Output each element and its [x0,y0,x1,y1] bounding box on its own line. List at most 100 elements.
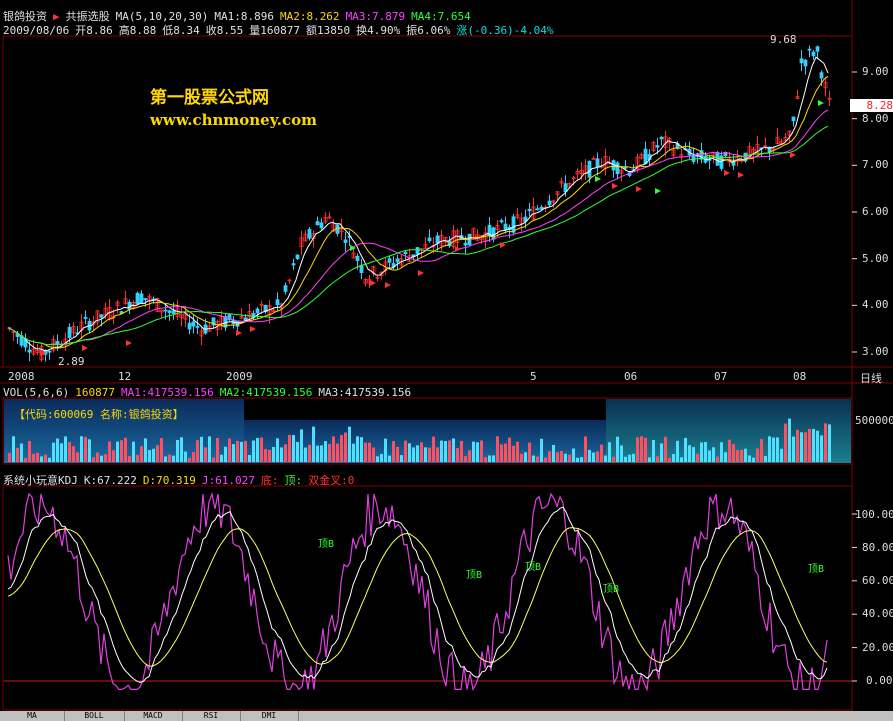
volume-ma3: MA3:417539.156 [318,386,412,399]
volume-bar [356,436,359,462]
volume-bar [464,456,467,462]
candle-body [815,46,820,52]
volume-bar [508,437,511,462]
candle-body [167,310,172,313]
volume-bar [756,448,759,462]
volume-bar [732,444,735,462]
volume-bar [548,451,551,462]
volume-bar [584,436,587,462]
buy-signal-arrow [82,345,88,351]
volume-bar [728,439,731,462]
buy-signal-arrow [126,340,132,346]
candle-body [819,72,824,79]
tab-rsi[interactable]: RSI [182,711,241,721]
candle-body [275,299,280,306]
kdj-top-marker: 顶B [318,539,335,550]
sell-signal-arrow [818,100,824,106]
volume-bar [340,435,343,462]
kdj-title: 系统小玩意KDJ [3,474,78,487]
volume-bar [660,443,663,462]
volume-bar [552,444,555,462]
volume-bar [480,440,483,462]
buy-signal-arrow [236,330,242,336]
volume-bar [88,439,91,462]
tab-boll[interactable]: BOLL [64,711,125,721]
buy-signal-arrow [636,186,642,192]
volume-bar [652,440,655,462]
volume-bar [512,445,515,462]
candle-body [319,222,324,229]
volume-bar [740,449,743,462]
volume-bar [684,437,687,462]
volume-bar [596,451,599,462]
volume-bar [780,448,783,462]
kdj-tick-label: 100.00 [855,508,893,521]
volume-bar [820,435,823,462]
volume-bar [272,446,275,462]
volume-bar [628,454,631,462]
volume-bar [456,447,459,462]
volume-current: 160877 [75,386,115,399]
volume-bar [252,440,255,462]
tab-dmi[interactable]: DMI [240,711,299,721]
volume-bar [376,456,379,462]
volume-bar [648,457,651,462]
candle-body [315,221,320,226]
kdj-d-value: D:70.319 [142,474,196,487]
volume-bar [84,437,87,462]
watermark-site-name: 第一股票公式网 [150,88,269,108]
period-label[interactable]: 日线 [860,370,882,386]
candle-body [139,293,144,304]
candle-body [587,160,592,178]
volume-bar [108,441,111,462]
volume-bar [696,453,699,462]
volume-bar [312,426,315,462]
volume-bar [520,453,523,462]
volume-bar [304,447,307,462]
volume-bar [428,447,431,462]
candle-body [499,220,504,223]
volume-bar [344,432,347,462]
buy-signal-arrow [738,172,744,178]
indicator-tab-bar: MA BOLL MACD RSI DMI [0,711,893,721]
candle-body [135,292,140,305]
volume-bar [716,456,719,462]
candle-body [195,326,200,328]
volume-bar [188,457,191,462]
candle-body [623,166,628,169]
volume-bar [320,445,323,462]
volume-bar [708,450,711,462]
volume-bar [56,438,59,462]
volume-bar [148,449,151,462]
chart-canvas[interactable] [0,0,893,711]
volume-bar [468,450,471,462]
price-tick-label: 7.00 [862,158,889,171]
volume-bar [116,441,119,462]
volume-bar [40,456,43,462]
buy-signal-arrow [724,170,730,176]
volume-bar [612,456,615,462]
volume-bar [276,438,279,462]
volume-bar [260,437,263,462]
candle-body [799,58,804,64]
volume-bar [828,424,831,462]
tab-ma[interactable]: MA [0,711,65,721]
volume-bar [804,432,807,462]
candle-body [343,239,348,243]
volume-bar [36,452,39,462]
volume-bar [244,440,247,462]
volume-bar [124,437,127,462]
candle-body [295,254,300,260]
kdj-top-marker: 顶B [466,570,483,581]
price-tick-label: 5.00 [862,252,889,265]
kdj-top-marker: 顶B [808,564,825,575]
candle-body [659,136,664,140]
volume-bar [592,452,595,462]
volume-bar [292,435,295,462]
volume-bar [572,448,575,462]
volume-bar [296,442,299,462]
tab-macd[interactable]: MACD [124,711,183,721]
volume-bar [324,441,327,462]
candle-body [491,227,496,240]
volume-bar [688,445,691,462]
